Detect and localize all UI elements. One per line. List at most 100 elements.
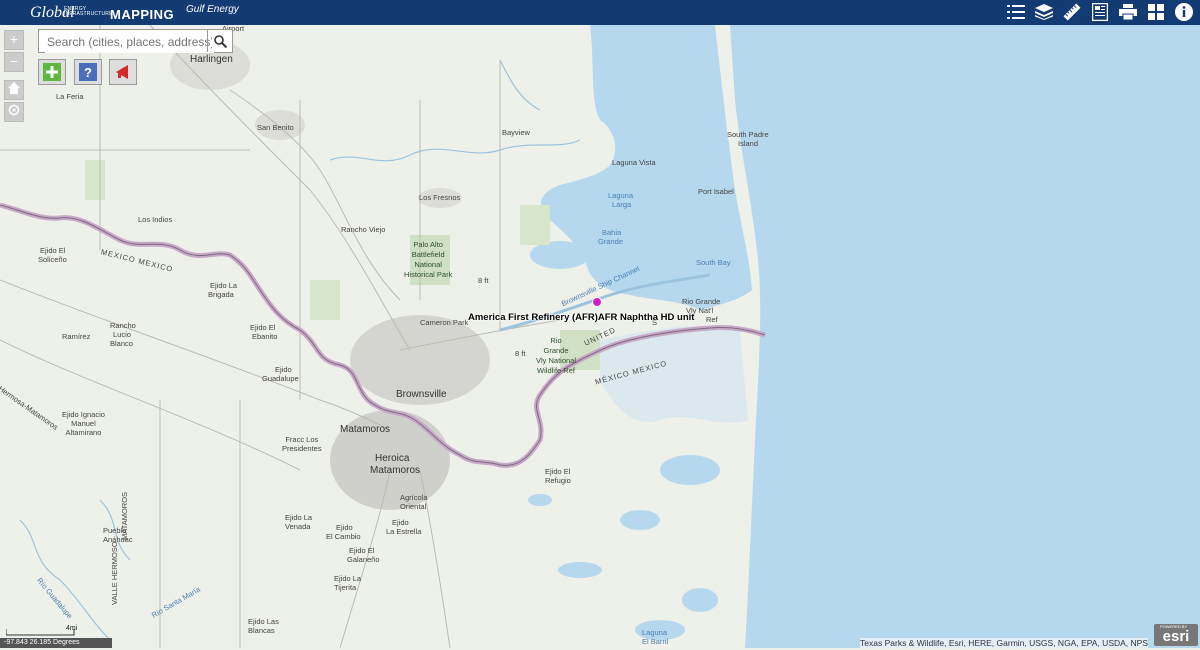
zoom-controls: + − [4, 30, 24, 124]
place-label: El Cambio [326, 532, 361, 541]
place-label: Ejido El [250, 323, 276, 332]
place-label: Oriental [400, 502, 427, 511]
depth-label: 8 ft [515, 349, 526, 358]
place-label: Island [738, 139, 759, 148]
place-label: San Benito [257, 123, 294, 132]
news-document-icon[interactable] [1090, 2, 1110, 22]
place-label: Tijerita [334, 583, 357, 592]
road-label: VALLE HERMOSO [110, 541, 119, 605]
coordinate-readout: -97.843 26.185 Degrees [0, 638, 112, 648]
place-label: Los Indios [138, 215, 173, 224]
water-label: Brownsville Ship Channel [560, 264, 641, 309]
place-label: Ejido [336, 523, 353, 532]
print-icon[interactable] [1118, 2, 1138, 22]
country-label: MEXICO MEXICO [100, 247, 175, 274]
place-label: South Padre [727, 130, 769, 139]
country-label: MÉXICO MEXICO [594, 358, 669, 387]
news-button[interactable] [109, 59, 137, 85]
place-label: Fracc Los Presidentes [282, 435, 322, 453]
depth-label: 8 ft [478, 276, 489, 285]
legend-list-icon[interactable] [1006, 2, 1026, 22]
road-label: Hermosa-Matamoros [0, 384, 60, 432]
place-label: Refugio [545, 476, 571, 485]
esri-text: esri [1162, 628, 1190, 645]
place-label: Venada [285, 522, 311, 531]
place-label: Ejido El [40, 246, 66, 255]
water-label: South Bay [696, 258, 731, 267]
svg-text:?: ? [84, 65, 92, 80]
place-label: Brigada [208, 290, 234, 299]
esri-logo[interactable]: POWERED BY esri [1154, 624, 1198, 646]
home-icon [8, 82, 20, 94]
toolbar [1006, 2, 1194, 22]
zoom-in-button[interactable]: + [4, 30, 24, 50]
place-label: Port Isabel [698, 187, 734, 196]
layers-icon[interactable] [1034, 2, 1054, 22]
place-label: Harlingen [190, 54, 233, 65]
search-input[interactable] [45, 31, 214, 53]
search-icon [213, 34, 227, 48]
city-label: Matamoros [370, 465, 421, 476]
map-attribution[interactable]: Texas Parks & Wildlife, Esri, HERE, Garm… [860, 638, 1148, 648]
basemap-grid-icon[interactable] [1146, 2, 1166, 22]
country-label: UNITED [582, 325, 618, 348]
place-label: Galaneño [347, 555, 380, 564]
water-label: Bahia [602, 228, 622, 237]
plus-icon [43, 63, 61, 81]
place-label: Ejido Ignacio Manuel Altamirano [62, 410, 105, 437]
help-button[interactable]: ? [74, 59, 102, 85]
place-label: Rancho Viejo [341, 225, 386, 234]
esri-powered-text: POWERED BY [1160, 624, 1188, 629]
water-label: Río Santa María [150, 584, 202, 620]
measure-ruler-icon[interactable] [1062, 2, 1082, 22]
place-label: Ejido Las [248, 617, 279, 626]
app-header: Global ENERGY INFRASTRUCTURE MAPPING Gul… [0, 0, 1200, 25]
place-label: Ejido El [545, 467, 571, 476]
place-label: Ejido La [285, 513, 313, 522]
place-label: Blanco [110, 339, 133, 348]
info-icon[interactable] [1174, 2, 1194, 22]
place-label: Ejido El [349, 546, 375, 555]
search-box [38, 29, 233, 53]
place-label: Agrícola [400, 493, 428, 502]
place-label: Los Fresnos [419, 193, 461, 202]
place-label: Laguna Vista [612, 158, 656, 167]
place-label: Rio Grande [682, 297, 721, 306]
locate-icon [8, 104, 20, 116]
place-label: Lucio [113, 330, 131, 339]
place-label: Rancho [110, 321, 136, 330]
park-label: Palo Alto Battlefield National Historica… [404, 240, 453, 279]
water-label: Larga [612, 200, 632, 209]
home-button[interactable] [4, 80, 24, 100]
place-label: Ref [706, 315, 718, 324]
locate-button[interactable] [4, 102, 24, 122]
logo-mapping: MAPPING [110, 7, 175, 22]
map-canvas[interactable]: Airport Harlingen La Feria San Benito Ba… [0, 25, 1200, 648]
place-label: Bayview [502, 128, 530, 137]
park-label: Rio Grande Vly National Wildlife Ref [536, 336, 577, 375]
place-label: La Feria [56, 92, 84, 101]
place-label: Ejido [275, 365, 292, 374]
question-icon: ? [79, 63, 97, 81]
water-label: El Barril [642, 637, 669, 646]
water-label: Laguna [642, 628, 668, 637]
city-label: Heroica [375, 453, 410, 464]
place-label: Soliceño [38, 255, 67, 264]
city-label: Brownsville [396, 389, 447, 400]
city-label: Matamoros [340, 424, 391, 435]
brand-name: Gulf Energy [186, 4, 239, 15]
megaphone-icon [116, 65, 128, 79]
road-label: MATAMOROS [120, 491, 129, 540]
zoom-out-button[interactable]: − [4, 52, 24, 72]
place-label: Guadalupe [262, 374, 299, 383]
place-label: Ejido La [210, 281, 238, 290]
water-label: Laguna [608, 191, 634, 200]
add-button[interactable] [38, 59, 66, 85]
search-button[interactable] [207, 30, 232, 52]
place-label: La Estrella [386, 527, 422, 536]
water-label: Río Guadalupe [35, 576, 75, 621]
water-label: Grande [598, 237, 624, 246]
place-label: Ramírez [62, 332, 91, 341]
refinery-label[interactable]: America First Refinery (AFR)AFR Naphtha … [468, 312, 694, 323]
place-label: Ejido [392, 518, 409, 527]
